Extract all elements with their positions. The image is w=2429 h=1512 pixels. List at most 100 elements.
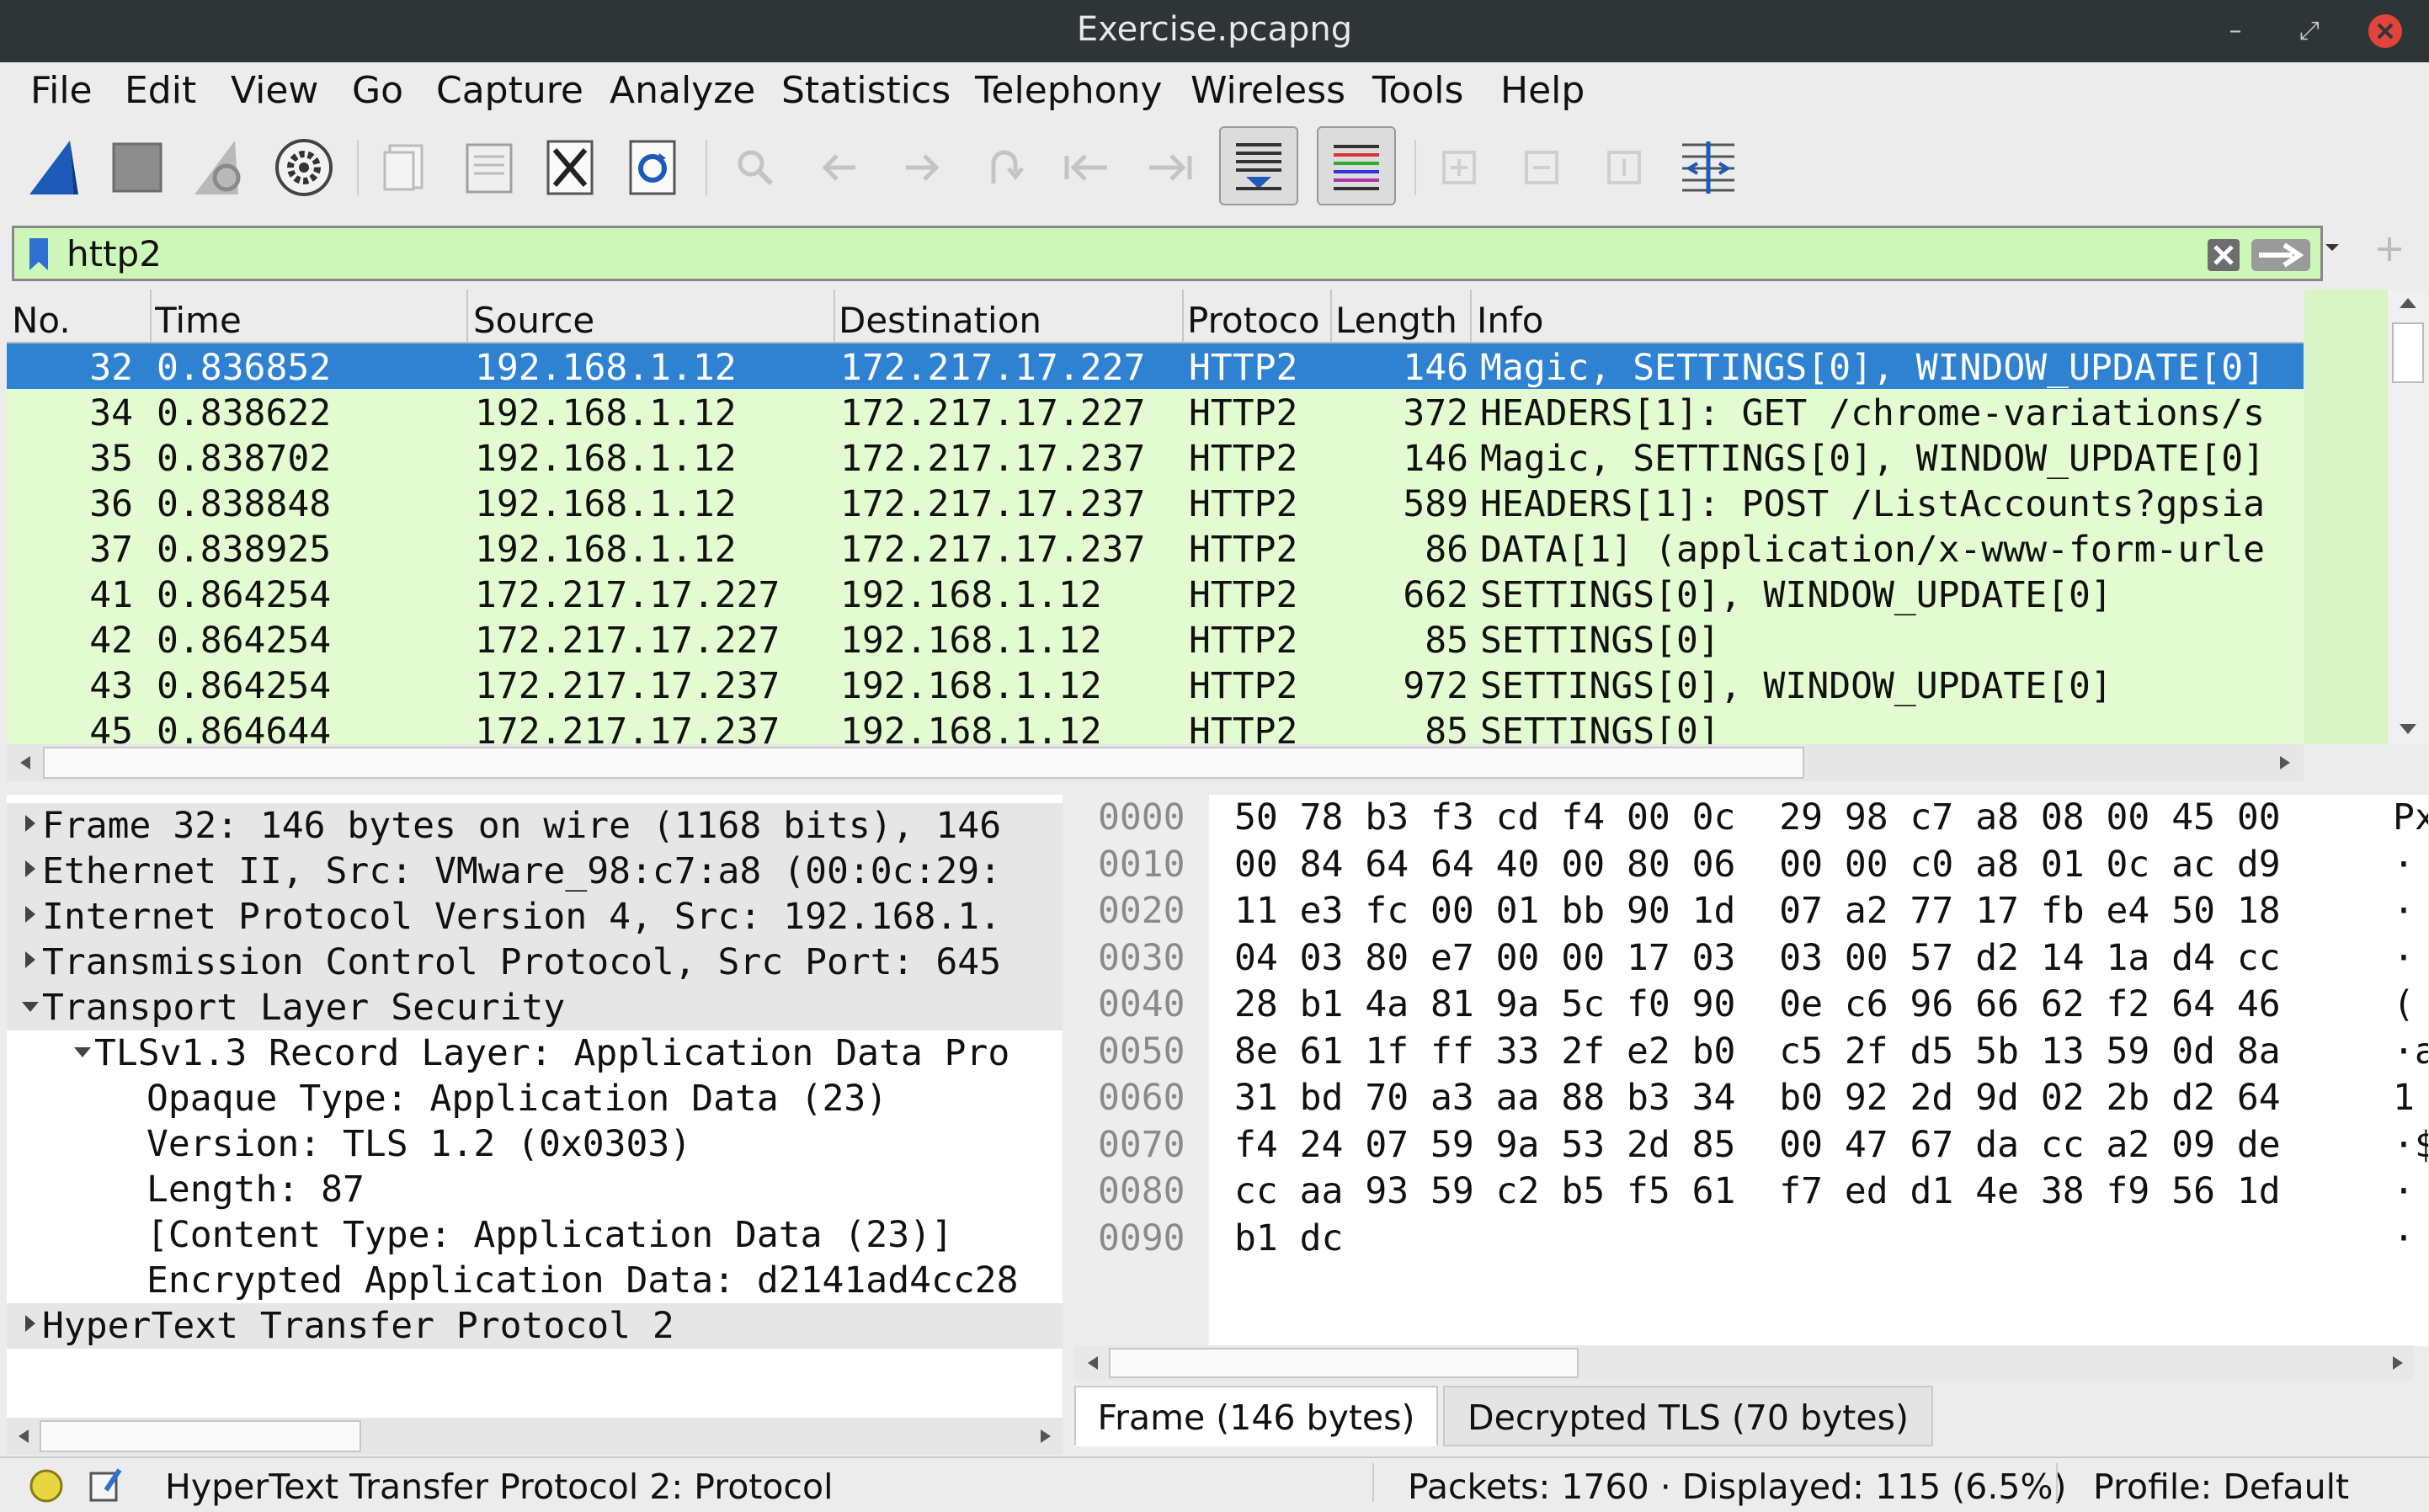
last-packet-icon[interactable] (1132, 130, 1207, 205)
packet-cell-time: 0.838925 (157, 529, 332, 571)
packet-list-horizontal-scrollbar[interactable] (7, 744, 2304, 781)
hex-off: 0010 (1098, 843, 1185, 886)
detail-tree-item[interactable]: TLSv1.3 Record Layer: Application Data P… (7, 1030, 1063, 1076)
capture-comment-icon[interactable] (86, 1465, 125, 1504)
menu-telephony[interactable]: Telephony (975, 69, 1162, 112)
reload-icon[interactable] (615, 130, 690, 205)
details-horizontal-scrollbar[interactable] (7, 1418, 1063, 1455)
packet-row[interactable]: 42 0.864254 172.217.17.227 192.168.1.12 HTTP… (7, 616, 2304, 662)
expand-arrow-right-icon[interactable] (25, 860, 35, 877)
detail-tree-item[interactable]: HyperText Transfer Protocol 2 (7, 1303, 1063, 1349)
detail-tree-label: Encrypted Application Data: d2141ad4cc28 (146, 1259, 1019, 1302)
shark-start-icon[interactable] (17, 130, 93, 205)
expand-arrow-right-icon[interactable] (25, 906, 35, 923)
column-header-destination[interactable]: Destination (839, 300, 1180, 341)
tab-frame-bytes[interactable]: Frame (146 bytes) (1074, 1386, 1438, 1446)
bookmark-icon[interactable] (26, 237, 51, 272)
expand-arrow-right-icon[interactable] (25, 1315, 35, 1332)
add-filter-button-icon[interactable] (2373, 232, 2406, 266)
first-packet-icon[interactable] (1049, 130, 1125, 205)
zoom-out-icon[interactable] (1504, 130, 1579, 205)
expand-arrow-right-icon[interactable] (25, 951, 35, 968)
normal-size-icon[interactable] (1586, 130, 1662, 205)
menu-analyze[interactable]: Analyze (610, 69, 755, 112)
detail-tree-item[interactable]: Version: TLS 1.2 (0x0303) (7, 1121, 1063, 1167)
open-file-icon[interactable] (367, 130, 443, 205)
expand-arrow-right-icon[interactable] (25, 815, 35, 832)
packet-row[interactable]: 32 0.836852 192.168.1.12 172.217.17.227 HTTP… (7, 343, 2304, 389)
packet-cell-proto: HTTP2 (1189, 347, 1298, 389)
forward-icon[interactable] (884, 130, 960, 205)
display-filter-input[interactable] (67, 228, 2171, 279)
close-icon[interactable] (2366, 12, 2405, 51)
detail-tree-item[interactable]: Ethernet II, Src: VMware_98:c7:a8 (00:0c… (7, 849, 1063, 894)
column-header-protocol[interactable]: Protoco (1187, 300, 1330, 341)
packet-row[interactable]: 43 0.864254 172.217.17.237 192.168.1.12 HTTP… (7, 662, 2304, 707)
hex-ascii: · (2393, 843, 2415, 886)
packet-cell-info: SETTINGS[0], WINDOW_UPDATE[0] (1480, 574, 2112, 616)
autoscroll-icon[interactable] (1219, 126, 1298, 205)
detail-tree-item[interactable]: Encrypted Application Data: d2141ad4cc28 (7, 1258, 1063, 1303)
profile-selector[interactable]: Profile: Default (2093, 1467, 2349, 1507)
detail-tree-item[interactable]: Transport Layer Security (7, 985, 1063, 1030)
filter-history-chevron-down-icon[interactable] (2324, 239, 2341, 256)
detail-tree-label: Transmission Control Protocol, Src Port:… (42, 941, 1002, 983)
expert-info-indicator-icon[interactable] (29, 1468, 64, 1504)
find-icon[interactable] (717, 130, 793, 205)
packet-list-scroll-track[interactable] (2388, 290, 2428, 744)
display-filter-bar (12, 226, 2323, 281)
restart-icon[interactable] (182, 130, 258, 205)
menu-file[interactable]: File (30, 69, 93, 112)
menu-go[interactable]: Go (352, 69, 403, 112)
packet-row[interactable]: 35 0.838702 192.168.1.12 172.217.17.237 HTTP… (7, 434, 2304, 480)
save-file-icon[interactable] (451, 130, 527, 205)
detail-tree-item[interactable]: Internet Protocol Version 4, Src: 192.16… (7, 894, 1063, 940)
capture-options-icon[interactable] (266, 130, 342, 205)
apply-filter-icon[interactable] (2251, 238, 2311, 272)
column-header-time[interactable]: Time (155, 300, 466, 341)
stop-icon[interactable] (99, 130, 175, 205)
menu-edit[interactable]: Edit (125, 69, 196, 112)
hex-bytes: f4 24 07 59 9a 53 2d 85 00 47 67 da cc a… (1234, 1123, 2281, 1166)
packet-row[interactable]: 34 0.838622 192.168.1.12 172.217.17.227 HTTP… (7, 389, 2304, 434)
expand-arrow-down-icon[interactable] (22, 1002, 39, 1012)
packet-cell-len: 589 (1403, 483, 1468, 525)
menu-help[interactable]: Help (1500, 69, 1585, 112)
packet-row[interactable]: 41 0.864254 172.217.17.227 192.168.1.12 HTTP… (7, 571, 2304, 616)
back-icon[interactable] (802, 130, 877, 205)
restore-icon[interactable]: ⤢ (2290, 12, 2329, 51)
menu-wireless[interactable]: Wireless (1191, 69, 1345, 112)
zoom-in-icon[interactable] (1421, 130, 1497, 205)
bytes-horizontal-scrollbar[interactable] (1074, 1345, 2413, 1381)
close-file-icon[interactable] (532, 130, 608, 205)
colorize-icon[interactable] (1317, 126, 1396, 205)
detail-tree-item[interactable]: Opaque Type: Application Data (23) (7, 1076, 1063, 1121)
packet-row[interactable]: 36 0.838848 192.168.1.12 172.217.17.237 HTTP… (7, 480, 2304, 525)
resize-columns-icon[interactable] (1670, 130, 1746, 205)
detail-tree-item[interactable]: Length: 87 (7, 1167, 1063, 1212)
clear-filter-icon[interactable] (2207, 238, 2240, 272)
column-header-no[interactable]: No. (12, 300, 146, 341)
packet-cell-dst: 192.168.1.12 (840, 574, 1102, 616)
column-header-source[interactable]: Source (473, 300, 832, 341)
minimize-icon[interactable]: – (2216, 12, 2255, 51)
menu-tools[interactable]: Tools (1372, 69, 1463, 112)
column-header-info[interactable]: Info (1477, 300, 2235, 341)
expand-arrow-down-icon[interactable] (74, 1047, 91, 1057)
packet-row[interactable]: 37 0.838925 192.168.1.12 172.217.17.237 HTTP… (7, 525, 2304, 571)
menu-capture[interactable]: Capture (436, 69, 583, 112)
column-header-length[interactable]: Length (1335, 300, 1478, 341)
packet-cell-dst: 192.168.1.12 (840, 711, 1102, 744)
packet-list-vertical-scrollbar[interactable] (2304, 290, 2429, 744)
hex-ascii: · (2393, 1217, 2415, 1259)
go-to-packet-icon[interactable] (967, 130, 1042, 205)
detail-tree-item[interactable]: Frame 32: 146 bytes on wire (1168 bits),… (7, 803, 1063, 849)
packet-row[interactable]: 45 0.864644 172.217.17.237 192.168.1.12 HTTP… (7, 707, 2304, 744)
detail-tree-item[interactable]: [Content Type: Application Data (23)] (7, 1212, 1063, 1258)
menu-statistics[interactable]: Statistics (781, 69, 951, 112)
tab-decrypted-tls[interactable]: Decrypted TLS (70 bytes) (1443, 1386, 1933, 1446)
title-bar: Exercise.pcapng – ⤢ (0, 0, 2429, 62)
detail-tree-item[interactable]: Transmission Control Protocol, Src Port:… (7, 940, 1063, 985)
menu-view[interactable]: View (231, 69, 318, 112)
hex-off: 0090 (1098, 1217, 1185, 1259)
